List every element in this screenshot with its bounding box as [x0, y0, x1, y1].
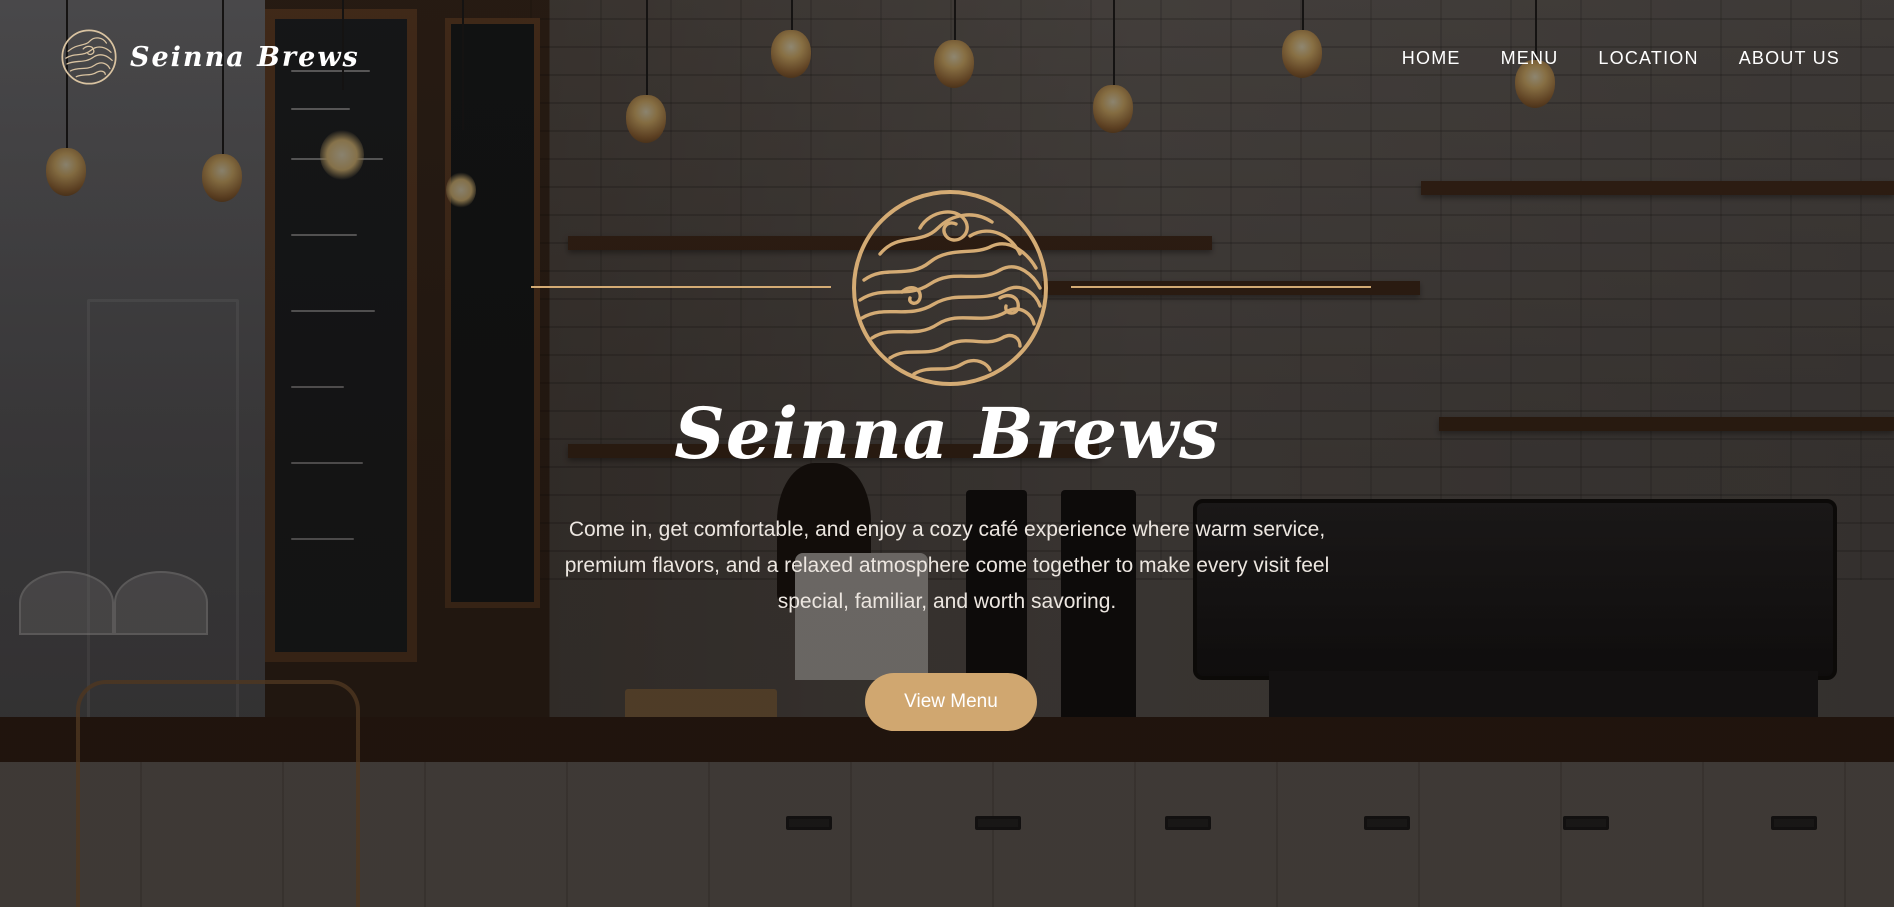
nav-location[interactable]: LOCATION [1598, 48, 1698, 69]
nav-home[interactable]: HOME [1402, 48, 1461, 69]
hero-tagline: Come in, get comfortable, and enjoy a co… [564, 518, 1330, 613]
view-menu-button[interactable]: View Menu [865, 673, 1037, 731]
brand-home-link[interactable]: Seinna Brews [60, 28, 360, 86]
nav-about-us[interactable]: ABOUT US [1739, 48, 1840, 69]
nav-menu[interactable]: MENU [1501, 48, 1559, 69]
brand-name: Seinna Brews [130, 41, 360, 73]
brand-logo-icon [61, 29, 117, 85]
emblem-rule-right [1071, 286, 1371, 288]
hero: Seinna Brews Come in, get comfortable, a… [0, 0, 1894, 907]
emblem-rule-left [531, 286, 831, 288]
hero-title: Seinna Brews [674, 392, 1220, 475]
main-nav: HOME MENU LOCATION ABOUT US [1402, 48, 1840, 69]
wave-swirl-emblem-icon [852, 190, 1048, 386]
site-header: Seinna Brews HOME MENU LOCATION ABOUT US [0, 0, 1894, 120]
